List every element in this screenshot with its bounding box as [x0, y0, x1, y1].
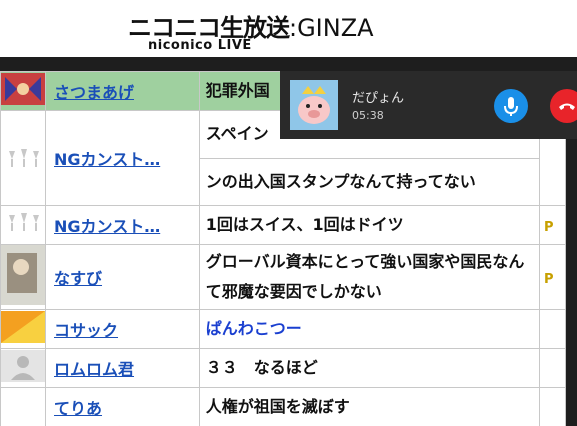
table-row: なすび グローバル資本にとって強い国家や国民なんて邪魔な要因でしかない P	[0, 244, 566, 310]
avatar	[1, 73, 45, 105]
premium-badge: P	[544, 271, 554, 287]
table-row: てりあ 人権が祖国を滅ぼす	[0, 387, 566, 426]
comment-user-link[interactable]: NGカンスト…	[54, 150, 160, 169]
logo-suffix-text: :GINZA	[289, 14, 374, 42]
avatar	[1, 311, 45, 343]
table-row: コサック ぱんわこつー	[0, 309, 566, 349]
logo-sub-text: niconico LIVE	[148, 38, 252, 53]
comment-user-link[interactable]: NGカンスト…	[54, 217, 160, 236]
table-row: ロムロム君 ３３ なるほど	[0, 348, 566, 388]
comment-user-link[interactable]: てりあ	[54, 399, 102, 418]
comment-text: グローバル資本にとって強い国家や国民なんて邪魔な要因でしかない	[198, 244, 541, 310]
avatar	[1, 350, 45, 382]
caller-avatar	[290, 80, 338, 130]
avatar	[1, 245, 45, 305]
premium-badge: P	[544, 219, 554, 235]
comment-text: ３３ なるほど	[198, 348, 541, 388]
table-row: NGカンスト… 1回はスイス、1回はドイツ P	[0, 205, 566, 245]
mic-button[interactable]	[494, 89, 528, 123]
caller-name: だぴょん	[352, 91, 405, 106]
phone-hangup-icon	[559, 103, 575, 110]
comment-text: ぱんわこつー	[198, 309, 541, 349]
app-header: ニコニコ生放送:GINZA niconico LIVE	[0, 0, 577, 57]
avatar	[1, 207, 45, 239]
pig-avatar-icon	[290, 80, 338, 130]
comment-text: 1回はスイス、1回はドイツ	[198, 205, 541, 245]
comment-user-link[interactable]: さつまあげ	[54, 83, 134, 102]
avatar	[1, 111, 45, 201]
mic-icon	[504, 97, 518, 116]
comment-user-link[interactable]: ロムロム君	[54, 360, 134, 379]
avatar	[1, 389, 45, 421]
comment-user-link[interactable]: コサック	[54, 321, 118, 340]
voice-call-overlay: だぴょん 05:38	[280, 71, 577, 139]
comment-user-link[interactable]: なすび	[54, 269, 102, 288]
hangup-button[interactable]	[550, 89, 577, 123]
comment-text: ンの出入国スタンプなんて持ってない	[198, 157, 541, 206]
comment-text: 人権が祖国を滅ぼす	[198, 387, 541, 426]
call-duration: 05:38	[352, 109, 384, 122]
niconico-live-logo: ニコニコ生放送:GINZA niconico LIVE	[128, 8, 398, 54]
